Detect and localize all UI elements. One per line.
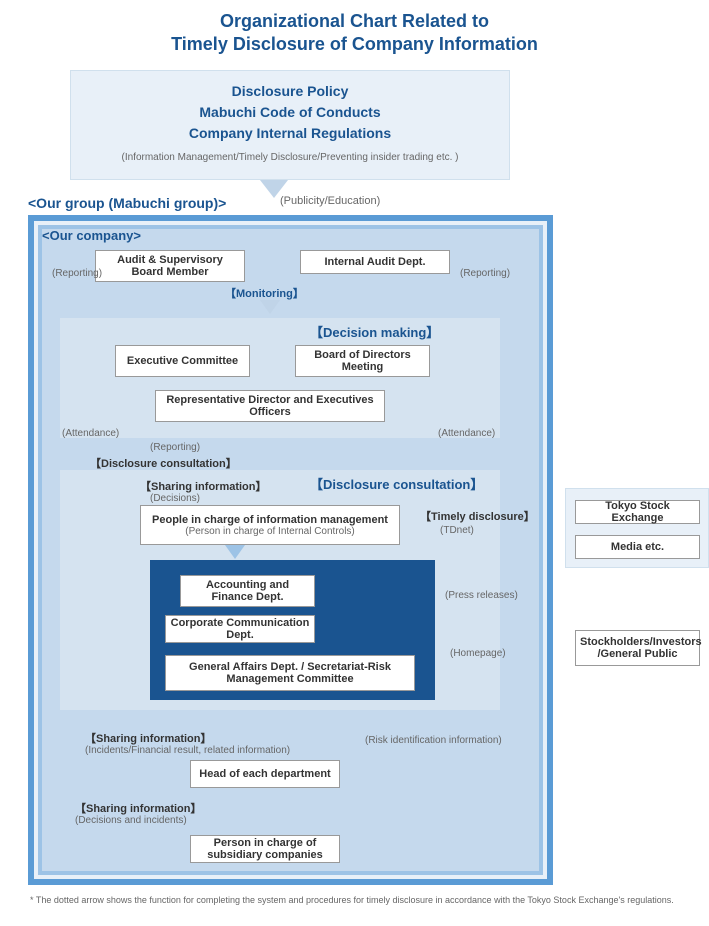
policy-line-2: Mabuchi Code of Conducts: [71, 102, 509, 123]
corp-comm-dept-box: Corporate Communication Dept.: [165, 615, 315, 643]
sharing-info-label: 【Sharing information】: [140, 478, 267, 494]
policy-line-1: Disclosure Policy: [71, 81, 509, 102]
audit-box: Audit & Supervisory Board Member: [95, 250, 245, 282]
sharing-info-label: 【Sharing information】: [75, 800, 202, 816]
policy-box: Disclosure Policy Mabuchi Code of Conduc…: [70, 70, 510, 180]
reporting-label: (Reporting): [460, 268, 510, 279]
homepage-label: (Homepage): [450, 648, 506, 659]
sharing-info-label: 【Sharing information】: [85, 730, 212, 746]
arrow-down-icon: [225, 545, 245, 559]
tdnet-label: (TDnet): [440, 525, 474, 536]
disclosure-consultation-label: 【Disclosure consultation】: [310, 474, 483, 493]
decision-making-label: 【Decision making】: [310, 322, 439, 341]
timely-disclosure-label: 【Timely disclosure】: [420, 508, 535, 524]
policy-sub: (Information Management/Timely Disclosur…: [71, 152, 509, 163]
head-dept-box: Head of each department: [190, 760, 340, 788]
publicity-education-label: (Publicity/Education): [280, 195, 380, 207]
policy-line-3: Company Internal Regulations: [71, 123, 509, 144]
media-box: Media etc.: [575, 535, 700, 559]
internal-audit-box: Internal Audit Dept.: [300, 250, 450, 274]
tse-box: Tokyo Stock Exchange: [575, 500, 700, 524]
disclosure-cons-label: 【Disclosure consultation】: [90, 455, 237, 471]
reporting-label: (Reporting): [150, 442, 200, 453]
reporting-label: (Reporting): [52, 268, 102, 279]
rep-director-box: Representative Director and Executives O…: [155, 390, 385, 422]
company-label: <Our company>: [42, 228, 141, 243]
decisions-label: (Decisions): [150, 493, 200, 504]
subsidiary-box: Person in charge of subsidiary companies: [190, 835, 340, 863]
people-info-mgmt-box: People in charge of information manageme…: [140, 505, 400, 545]
group-label: <Our group (Mabuchi group)>: [28, 195, 226, 211]
arrow-down-icon: [260, 300, 280, 314]
footnote: * The dotted arrow shows the function fo…: [30, 895, 674, 905]
incidents-label: (Incidents/Financial result, related inf…: [85, 745, 290, 756]
exec-committee-box: Executive Committee: [115, 345, 250, 377]
risk-label: (Risk identification information): [365, 735, 502, 746]
monitoring-label: 【Monitoring】: [225, 285, 304, 301]
attendance-label: (Attendance): [438, 428, 495, 439]
title-line-2: Timely Disclosure of Company Information: [171, 34, 538, 54]
accounting-dept-box: Accounting and Finance Dept.: [180, 575, 315, 607]
org-chart-diagram: Organizational Chart Related to Timely D…: [0, 0, 709, 926]
arrow-down-icon: [260, 180, 288, 198]
chart-title: Organizational Chart Related to Timely D…: [0, 0, 709, 65]
press-releases-label: (Press releases): [445, 590, 518, 601]
board-directors-box: Board of Directors Meeting: [295, 345, 430, 377]
attendance-label: (Attendance): [62, 428, 119, 439]
stockholders-box: Stockholders/Investors /General Public: [575, 630, 700, 666]
general-affairs-box: General Affairs Dept. / Secretariat-Risk…: [165, 655, 415, 691]
decisions-incidents-label: (Decisions and incidents): [75, 815, 187, 826]
title-line-1: Organizational Chart Related to: [220, 11, 489, 31]
